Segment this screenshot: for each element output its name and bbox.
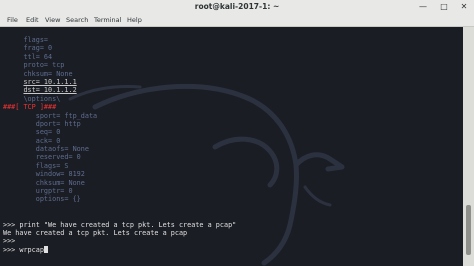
line-text: chksum= None <box>35 178 85 187</box>
line-text: dport= http <box>35 119 81 128</box>
line-text: flags= S <box>35 161 69 170</box>
line-text: We have created a tcp pkt. Lets create a… <box>3 228 188 237</box>
terminal-line: flags= <box>3 36 236 44</box>
terminal-line: ack= 0 <box>3 137 236 145</box>
line-text: urgptr= 0 <box>35 187 73 196</box>
close-icon[interactable]: ✕ <box>459 2 469 12</box>
line-text: flags= <box>23 36 49 44</box>
line-text: sport= ftp_data <box>35 111 98 120</box>
line-text: ack= 0 <box>35 136 61 145</box>
terminal-output: flags= frag= 0 ttl= 64 proto= tcp chksum… <box>3 36 236 254</box>
terminal-line: dport= http <box>3 120 236 128</box>
line-text: >>> wrpcap <box>3 245 44 254</box>
terminal-line: >>> wrpcap <box>3 245 236 254</box>
minimize-icon[interactable]: — <box>418 2 428 12</box>
line-text: \options\ <box>23 94 61 103</box>
terminal-line: ttl= 64 <box>3 53 236 61</box>
line-text: >>> print "We have created a tcp pkt. Le… <box>3 220 237 229</box>
line-text: reserved= 0 <box>35 153 81 162</box>
terminal-line: src= 10.1.1.1 <box>3 78 236 86</box>
line-text: dst= 10.1.1.2 <box>23 86 77 95</box>
maximize-icon[interactable]: □ <box>439 2 449 12</box>
title-bar[interactable]: root@kali-2017-1: ~ — □ ✕ <box>0 0 474 14</box>
terminal-line: flags= S <box>3 162 236 170</box>
menu-file[interactable]: File <box>7 14 18 26</box>
terminal-window: root@kali-2017-1: ~ — □ ✕ File Edit View… <box>0 0 474 266</box>
terminal-line: seq= 0 <box>3 128 236 136</box>
line-text: >>> <box>3 237 16 246</box>
line-text: proto= tcp <box>23 61 65 70</box>
menu-terminal[interactable]: Terminal <box>94 14 121 26</box>
terminal-line: options= {} <box>3 195 236 203</box>
menu-edit[interactable]: Edit <box>26 14 39 26</box>
terminal-line: dataofs= None <box>3 145 236 153</box>
menu-bar: File Edit View Search Terminal Help <box>0 14 474 27</box>
terminal-line: window= 8192 <box>3 170 236 178</box>
scrollbar-thumb[interactable] <box>466 205 471 255</box>
line-text: window= 8192 <box>35 170 85 179</box>
terminal-line: \options\ <box>3 95 236 103</box>
terminal-line: >>> print "We have created a tcp pkt. Le… <box>3 221 236 229</box>
terminal-line: proto= tcp <box>3 61 236 69</box>
menu-help[interactable]: Help <box>127 14 142 26</box>
line-text: seq= 0 <box>35 128 61 137</box>
text-cursor <box>43 245 48 253</box>
line-text: chksum= None <box>23 69 73 78</box>
terminal-area[interactable]: flags= frag= 0 ttl= 64 proto= tcp chksum… <box>0 27 463 266</box>
line-text: src= 10.1.1.1 <box>23 77 77 86</box>
line-text: frag= 0 <box>23 44 53 53</box>
terminal-line: chksum= None <box>3 179 236 187</box>
terminal-line: urgptr= 0 <box>3 187 236 195</box>
terminal-line: sport= ftp_data <box>3 112 236 120</box>
line-text: ###[ TCP ]### <box>3 103 57 112</box>
terminal-line: >>> <box>3 237 236 245</box>
window-title: root@kali-2017-1: ~ <box>194 2 280 11</box>
terminal-line: dst= 10.1.1.2 <box>3 86 236 94</box>
vertical-scrollbar[interactable] <box>463 27 474 266</box>
terminal-line: chksum= None <box>3 70 236 78</box>
line-text: options= {} <box>35 195 81 204</box>
menu-search[interactable]: Search <box>66 14 88 26</box>
terminal-line: ###[ TCP ]### <box>3 103 236 111</box>
terminal-line: frag= 0 <box>3 44 236 52</box>
line-text: dataofs= None <box>35 145 89 154</box>
terminal-line: reserved= 0 <box>3 153 236 161</box>
menu-view[interactable]: View <box>45 14 60 26</box>
terminal-line: We have created a tcp pkt. Lets create a… <box>3 229 236 237</box>
line-text: ttl= 64 <box>23 52 53 61</box>
